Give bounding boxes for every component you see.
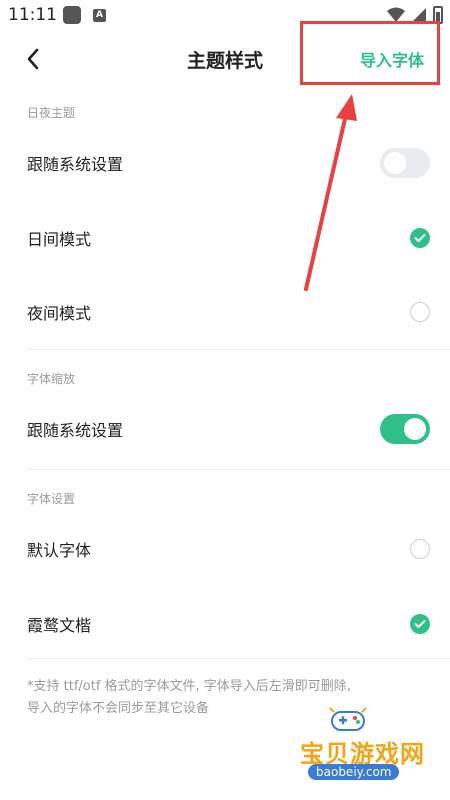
row-default-font[interactable]: 默认字体 (0, 521, 450, 577)
section-header-font-settings: 字体设置 (27, 492, 76, 506)
annotation-highlight-box (300, 21, 440, 85)
divider (27, 349, 450, 350)
a-icon: A (93, 9, 106, 22)
status-time: 11:11 (8, 5, 57, 25)
check-icon (414, 234, 426, 242)
follow-system-toggle[interactable] (380, 148, 430, 178)
row-label: 日间模式 (27, 230, 92, 249)
row-day-night-follow-system[interactable]: 跟随系统设置 (0, 135, 450, 191)
row-label: 夜间模式 (27, 304, 92, 323)
check-icon (414, 620, 426, 628)
row-label: 霞鹜文楷 (27, 616, 92, 635)
row-label: 默认字体 (27, 541, 92, 560)
divider (27, 658, 450, 659)
row-label: 跟随系统设置 (27, 155, 124, 174)
section-header-font-scale: 字体缩放 (27, 372, 76, 386)
row-night-mode[interactable]: 夜间模式 (0, 284, 450, 340)
gamepad-icon (329, 707, 367, 731)
watermark: 宝贝游戏网 baobeiy.com (280, 700, 430, 790)
footnote-line: *支持 ttf/otf 格式的字体文件, 字体导入后左滑即可删除, (27, 679, 351, 694)
section-header-day-night: 日夜主题 (27, 106, 76, 120)
toggle-knob (384, 152, 406, 174)
app-icon (63, 6, 81, 24)
row-label: 跟随系统设置 (27, 421, 124, 440)
row-day-mode[interactable]: 日间模式 (0, 210, 450, 266)
font-scale-toggle[interactable] (380, 414, 430, 444)
day-mode-radio[interactable] (410, 228, 430, 248)
wenkai-font-radio[interactable] (410, 614, 430, 634)
toggle-knob (404, 418, 426, 440)
night-mode-radio[interactable] (410, 302, 430, 322)
divider (27, 469, 450, 470)
default-font-radio[interactable] (410, 539, 430, 559)
row-wenkai-font[interactable]: 霞鹜文楷 (0, 596, 450, 652)
row-font-scale-follow-system[interactable]: 跟随系统设置 (0, 401, 450, 457)
watermark-url: baobeiy.com (308, 764, 400, 780)
